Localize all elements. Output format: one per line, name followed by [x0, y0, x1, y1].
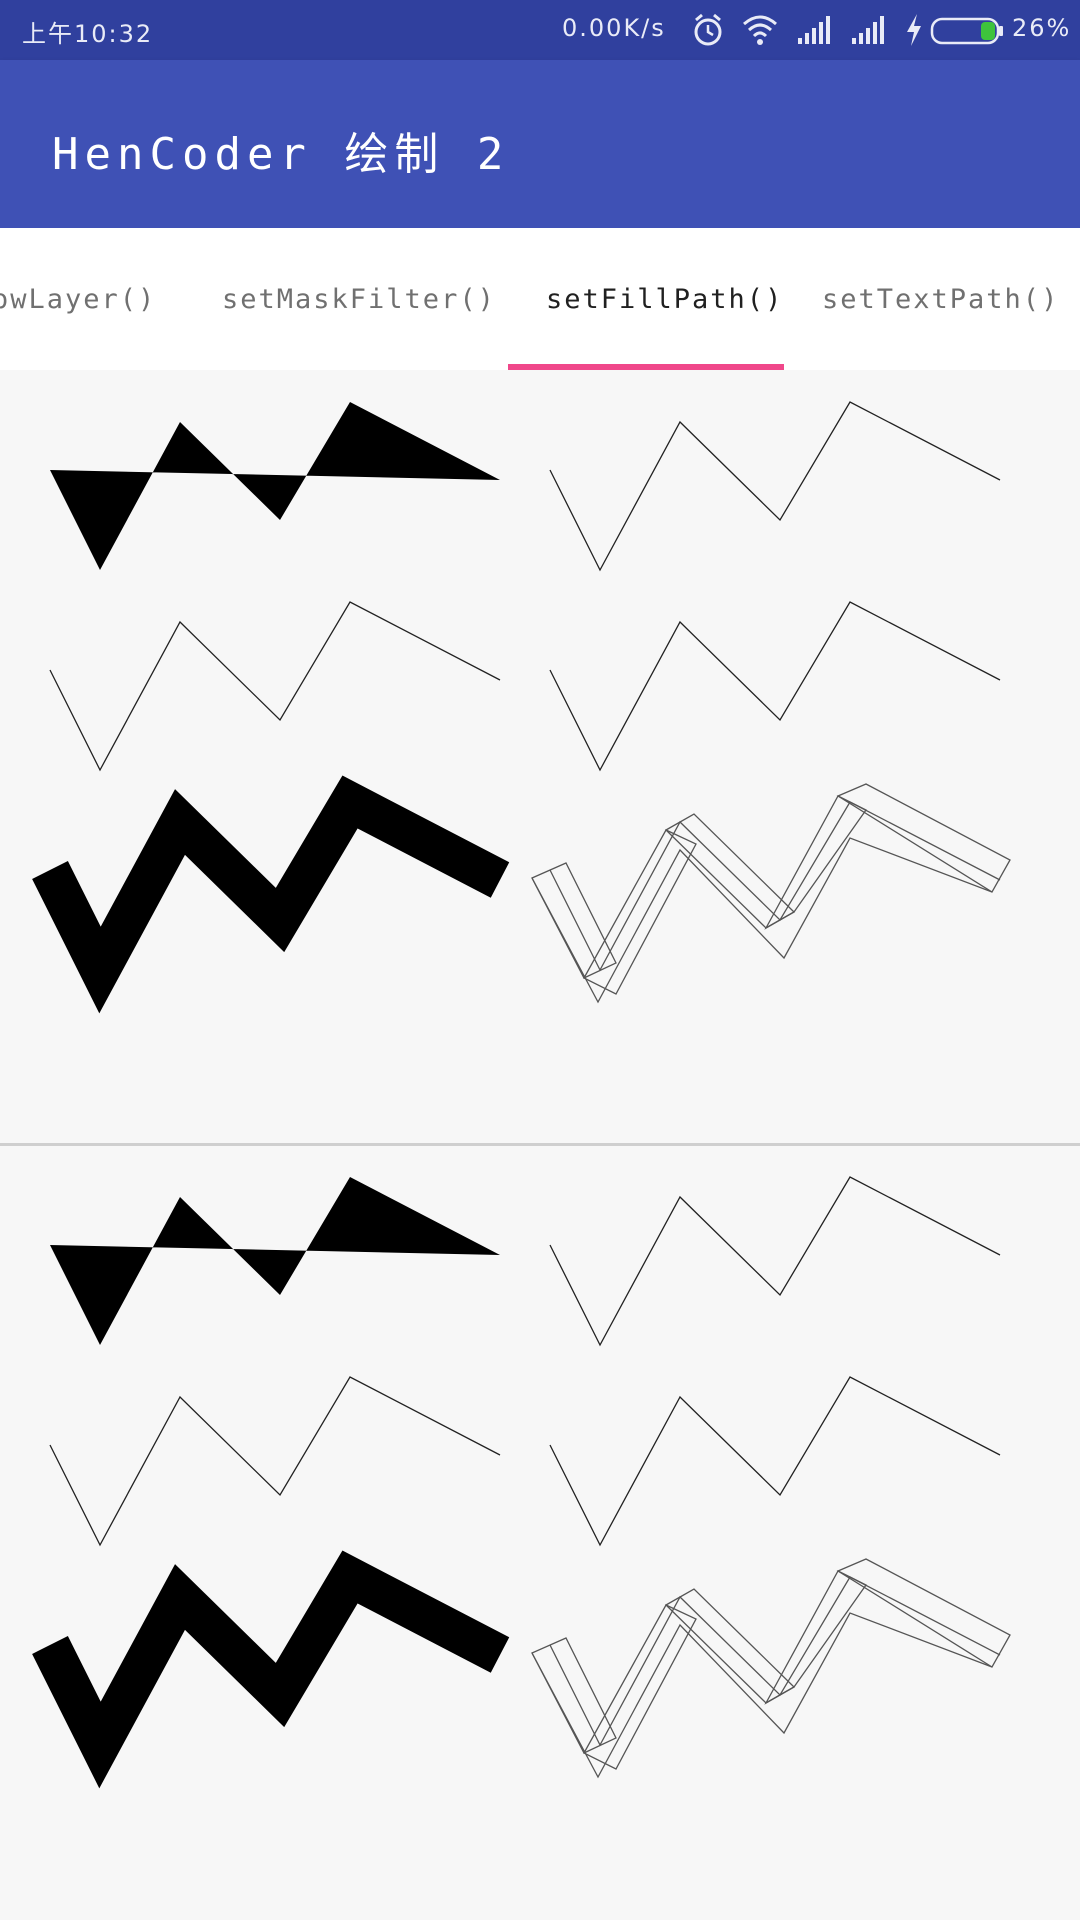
tab-mask-filter[interactable]: setMaskFilter(): [222, 284, 496, 315]
network-speed: 0.00K/s: [562, 14, 666, 42]
fill-path-shape: [50, 402, 500, 570]
battery-icon: [930, 17, 1003, 45]
stroke-path-outline-original: [549, 1576, 1001, 1747]
alarm-icon: [694, 13, 722, 46]
stroke-path-thin: [549, 601, 1001, 772]
charging-icon: [907, 14, 921, 46]
status-time: 上午10:32: [22, 20, 154, 48]
fill-path-outline: [549, 1176, 1001, 1347]
stroke-path-thick: [32, 775, 510, 1014]
wifi-icon: [743, 15, 777, 45]
tab-bar[interactable]: owLayer() setMaskFilter() setFillPath() …: [0, 228, 1080, 370]
stroke-path-thin: [549, 1376, 1001, 1547]
status-bar: 上午10:32 0.00K/s 26%: [0, 0, 1080, 60]
fill-path-stroke-outline: [531, 783, 1011, 1004]
signal-icon: [852, 16, 884, 44]
stroke-path-thick: [32, 1550, 510, 1789]
app-bar: HenCoder 绘制 2: [0, 60, 1080, 228]
fill-path-demo-view: [32, 1176, 1011, 1789]
content-area: [0, 370, 1080, 1920]
tab-text-path[interactable]: setTextPath(): [822, 284, 1059, 315]
stroke-path-thin: [49, 1376, 501, 1547]
fill-path-outline: [549, 401, 1001, 572]
app-title: HenCoder 绘制 2: [52, 129, 510, 180]
stroke-path-thin: [49, 601, 501, 772]
stroke-path-outline-original: [549, 801, 1001, 972]
tab-shadow-layer[interactable]: owLayer(): [0, 284, 156, 315]
tab-fill-path[interactable]: setFillPath(): [546, 284, 783, 315]
battery-percent: 26%: [1012, 14, 1072, 42]
fill-path-shape: [50, 1177, 500, 1345]
signal-icon: [798, 16, 830, 44]
fill-path-stroke-outline: [531, 1558, 1011, 1779]
fill-path-demo-view: [32, 401, 1011, 1014]
